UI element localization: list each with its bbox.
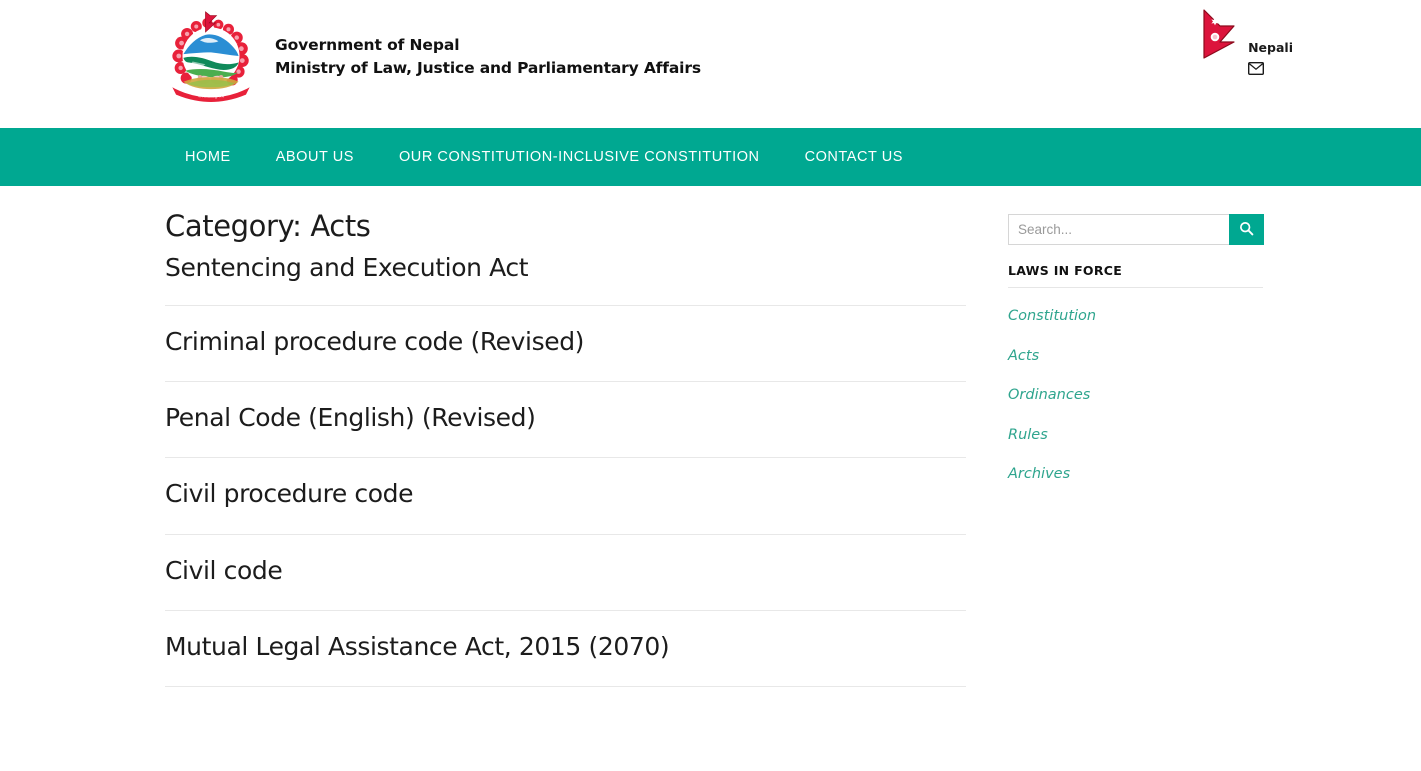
list-item: Civil procedure code bbox=[165, 458, 966, 535]
org-name-line2: Ministry of Law, Justice and Parliamenta… bbox=[275, 59, 701, 77]
sidebar-widget-title: LAWS IN FORCE bbox=[1008, 263, 1263, 288]
sidebar-item-ordinances[interactable]: Ordinances bbox=[1008, 375, 1264, 415]
entry-title-link[interactable]: Penal Code (English) (Revised) bbox=[165, 382, 966, 433]
entry-title-link[interactable]: Criminal procedure code (Revised) bbox=[165, 306, 966, 357]
sidebar-item-constitution[interactable]: Constitution bbox=[1008, 296, 1264, 336]
nav-item-our-constitution[interactable]: OUR CONSTITUTION-INCLUSIVE CONSTITUTION bbox=[399, 149, 760, 165]
nav-item-contact-us[interactable]: CONTACT US bbox=[805, 149, 903, 165]
search-button[interactable] bbox=[1229, 214, 1264, 245]
entry-title-link[interactable]: Civil procedure code bbox=[165, 458, 966, 509]
list-item: Mutual Legal Assistance Act, 2015 (2070) bbox=[165, 611, 966, 688]
main-navigation: HOME ABOUT US OUR CONSTITUTION-INCLUSIVE… bbox=[0, 128, 1421, 186]
list-item: Sentencing and Execution Act bbox=[165, 252, 966, 306]
entry-title-link[interactable]: Civil code bbox=[165, 535, 966, 586]
list-item: Penal Code (English) (Revised) bbox=[165, 382, 966, 459]
entry-title-link[interactable]: Mutual Legal Assistance Act, 2015 (2070) bbox=[165, 611, 966, 662]
nav-item-about-us[interactable]: ABOUT US bbox=[276, 149, 354, 165]
org-name-line1: Government of Nepal bbox=[275, 35, 460, 54]
search-icon bbox=[1239, 221, 1254, 239]
envelope-icon[interactable] bbox=[1248, 61, 1265, 75]
brand[interactable]: जननी जन्मभूमिश्च Government of Nepal Min… bbox=[165, 10, 701, 102]
list-item: Civil code bbox=[165, 535, 966, 611]
language-label[interactable]: Nepali bbox=[1248, 41, 1293, 55]
list-item: Criminal procedure code (Revised) bbox=[165, 306, 966, 383]
search-input[interactable] bbox=[1008, 214, 1229, 245]
language-right: Nepali bbox=[1248, 8, 1293, 75]
sidebar-item-archives[interactable]: Archives bbox=[1008, 454, 1264, 494]
language-area[interactable]: Nepali bbox=[1200, 8, 1293, 75]
sidebar-item-rules[interactable]: Rules bbox=[1008, 415, 1264, 455]
brand-text: Government of Nepal Ministry of Law, Jus… bbox=[275, 32, 701, 81]
nav-item-home[interactable]: HOME bbox=[185, 149, 231, 165]
nepal-flag-icon bbox=[1200, 8, 1242, 60]
main-content: Category: Acts Sentencing and Execution … bbox=[165, 208, 966, 688]
nepal-national-emblem-icon: जननी जन्मभूमिश्च bbox=[165, 10, 257, 102]
entry-title-link[interactable]: Sentencing and Execution Act bbox=[165, 252, 966, 283]
sidebar-item-acts[interactable]: Acts bbox=[1008, 336, 1264, 376]
search-form bbox=[1008, 214, 1264, 245]
sidebar: LAWS IN FORCE Constitution Acts Ordinanc… bbox=[1008, 214, 1264, 494]
page-title: Category: Acts bbox=[165, 209, 371, 243]
site-header: जननी जन्मभूमिश्च Government of Nepal Min… bbox=[0, 0, 1421, 128]
